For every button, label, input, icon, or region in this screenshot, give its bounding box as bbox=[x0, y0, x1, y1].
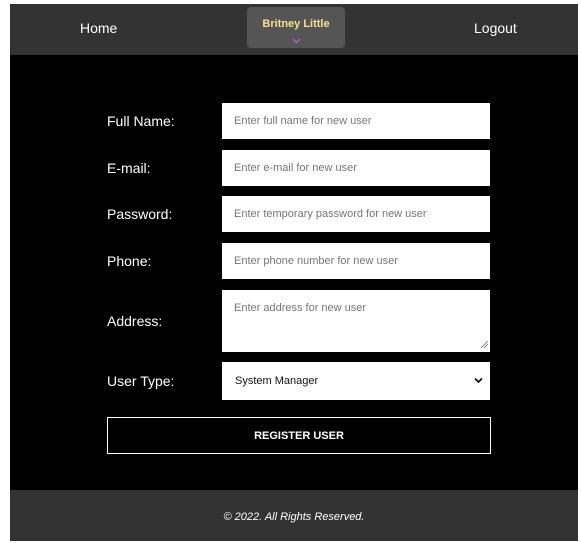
phone-input[interactable] bbox=[222, 243, 490, 279]
chevron-down-icon bbox=[474, 377, 483, 384]
user-type-selected-value: System Manager bbox=[235, 375, 319, 387]
footer: © 2022. All Rights Reserved. bbox=[10, 490, 578, 541]
register-user-button[interactable]: REGISTER USER bbox=[107, 417, 491, 454]
home-link[interactable]: Home bbox=[80, 20, 117, 36]
app-frame: Home Britney Little Logout Full Name: E-… bbox=[10, 4, 578, 541]
user-menu-button[interactable]: Britney Little bbox=[247, 7, 345, 48]
chevron-down-icon bbox=[292, 38, 301, 44]
address-textarea[interactable] bbox=[222, 290, 490, 352]
user-name: Britney Little bbox=[262, 18, 330, 30]
password-label: Password: bbox=[107, 206, 173, 222]
copyright-text: © 2022. All Rights Reserved. bbox=[223, 511, 365, 523]
user-type-label: User Type: bbox=[107, 373, 175, 389]
user-type-select[interactable]: System Manager bbox=[222, 362, 490, 400]
password-input[interactable] bbox=[222, 196, 490, 232]
logout-link[interactable]: Logout bbox=[474, 20, 517, 36]
resize-grip-icon[interactable] bbox=[481, 341, 488, 348]
full-name-label: Full Name: bbox=[107, 113, 175, 129]
top-navbar: Home Britney Little Logout bbox=[10, 4, 578, 55]
phone-label: Phone: bbox=[107, 253, 152, 269]
full-name-input[interactable] bbox=[222, 103, 490, 139]
email-label: E-mail: bbox=[107, 160, 151, 176]
email-input[interactable] bbox=[222, 150, 490, 186]
address-label: Address: bbox=[107, 313, 163, 329]
